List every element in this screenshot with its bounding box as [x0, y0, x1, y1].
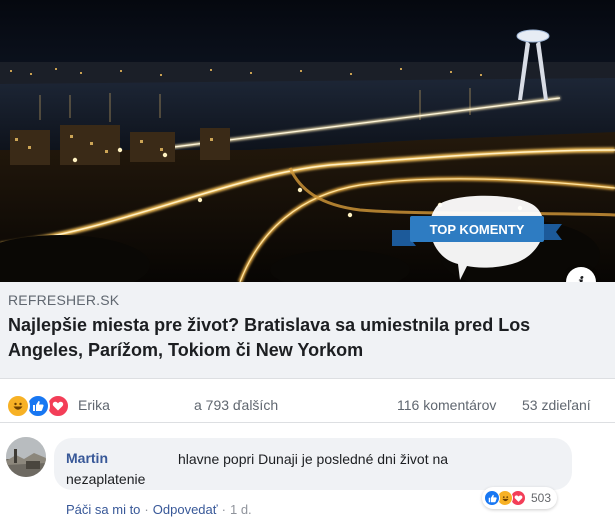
- post-stats-bar: Erika a 793 ďalších 116 komentárov 53 zd…: [0, 388, 615, 423]
- reactions-others-count[interactable]: a 793 ďalších: [194, 397, 278, 413]
- comment-reactions[interactable]: 503: [482, 487, 558, 509]
- link-domain: REFRESHER.SK: [8, 292, 120, 308]
- comment-timestamp[interactable]: 1 d.: [230, 502, 252, 517]
- comment-text-line2: nezaplatenie: [66, 471, 146, 487]
- comment-reaction-count: 503: [531, 491, 552, 505]
- article-hero-image[interactable]: TOP KOMENTY: [0, 0, 615, 282]
- avatar[interactable]: [6, 437, 46, 477]
- link-preview-card[interactable]: REFRESHER.SK Najlepšie miesta pre život?…: [0, 282, 615, 379]
- comment-actions: Páči sa mi to · Odpovedať · 1 d.: [66, 502, 252, 517]
- like-comment-link[interactable]: Páči sa mi to: [66, 502, 140, 517]
- shares-count[interactable]: 53 zdieľaní: [522, 397, 591, 413]
- reaction-icons[interactable]: [6, 394, 70, 418]
- comment-item: Martin hlavne popri Dunaji je posledné d…: [0, 430, 615, 522]
- comment-text-line1: hlavne popri Dunaji je posledné dni živo…: [178, 451, 449, 467]
- haha-reaction-icon: [6, 394, 30, 418]
- like-reaction-icon: [484, 490, 500, 506]
- comment-bubble: Martin hlavne popri Dunaji je posledné d…: [54, 438, 572, 490]
- link-headline[interactable]: Najlepšie miesta pre život? Bratislava s…: [8, 313, 608, 363]
- top-comments-badge: TOP KOMENTY: [392, 195, 562, 280]
- top-comments-badge-label: TOP KOMENTY: [430, 222, 525, 237]
- reactor-name[interactable]: Erika: [78, 397, 110, 413]
- reply-link[interactable]: Odpovedať: [153, 502, 218, 517]
- separator-dot: ·: [144, 502, 149, 517]
- comments-count[interactable]: 116 komentárov: [397, 397, 496, 413]
- separator-dot: ·: [221, 502, 226, 517]
- comment-author[interactable]: Martin: [66, 450, 108, 466]
